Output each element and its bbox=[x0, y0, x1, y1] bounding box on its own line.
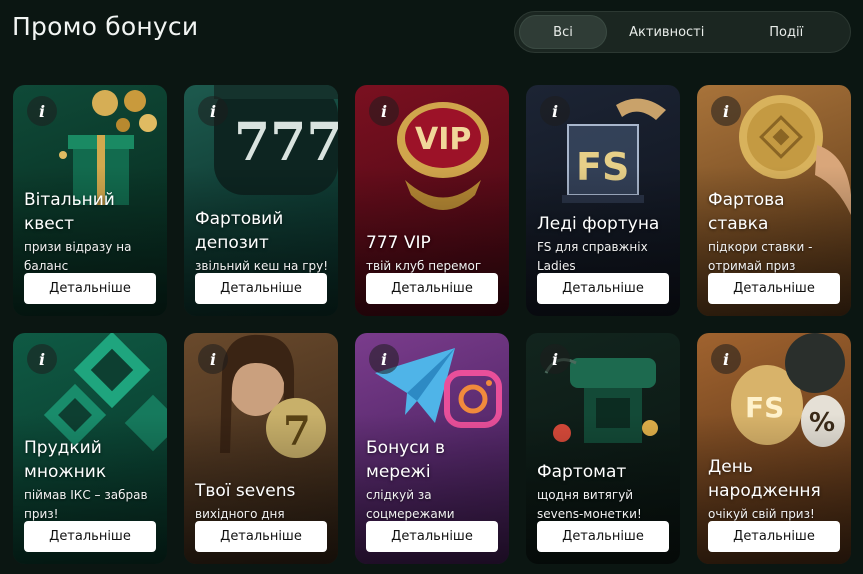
card-subtitle: слідкуй за соцмережами bbox=[366, 488, 455, 521]
info-icon[interactable]: i bbox=[27, 96, 57, 126]
tab-events[interactable]: Події bbox=[727, 15, 847, 49]
card-title: Прудкий множник bbox=[24, 438, 107, 482]
details-button[interactable]: Детальніше bbox=[708, 521, 840, 552]
info-icon[interactable]: i bbox=[27, 344, 57, 374]
card-title: 777 VIP bbox=[366, 233, 431, 253]
info-icon[interactable]: i bbox=[369, 344, 399, 374]
tab-activities[interactable]: Активності bbox=[607, 15, 727, 49]
card-title: Фартомат bbox=[537, 462, 627, 482]
details-button[interactable]: Детальніше bbox=[366, 273, 498, 304]
tab-all[interactable]: Всі bbox=[519, 15, 607, 49]
info-icon[interactable]: i bbox=[711, 344, 741, 374]
card-title: Фартова ставка bbox=[708, 190, 785, 234]
page-title: Промо бонуси bbox=[12, 12, 199, 41]
promo-grid: i Вітальний квест призи відразу на балан… bbox=[13, 85, 851, 564]
vip-emblem: VIP bbox=[415, 122, 471, 157]
details-button[interactable]: Детальніше bbox=[537, 521, 669, 552]
card-title: День народження bbox=[708, 457, 821, 501]
promo-card-fartomat[interactable]: i Фартомат щодня витягуй sevens-монетки!… bbox=[526, 333, 680, 564]
promo-card-quick-multiplier[interactable]: i Прудкий множник піймав ІКС – забрав пр… bbox=[13, 333, 167, 564]
details-button[interactable]: Детальніше bbox=[195, 273, 327, 304]
details-button[interactable]: Детальніше bbox=[537, 273, 669, 304]
info-icon[interactable]: i bbox=[198, 344, 228, 374]
card-title: Леді фортуна bbox=[537, 214, 660, 234]
card-title: Бонуси в мережі bbox=[366, 438, 446, 482]
info-icon[interactable]: i bbox=[198, 96, 228, 126]
details-button[interactable]: Детальніше bbox=[24, 521, 156, 552]
card-subtitle: призи відразу на баланс bbox=[24, 240, 132, 273]
card-subtitle: щодня витягуй sevens-монетки! bbox=[537, 488, 642, 521]
info-icon[interactable]: i bbox=[711, 96, 741, 126]
card-title: Фартовий депозит bbox=[195, 209, 284, 253]
card-subtitle: FS для справжніх Ladies bbox=[537, 240, 648, 273]
card-title: Твої sevens bbox=[195, 481, 296, 501]
details-button[interactable]: Детальніше bbox=[195, 521, 327, 552]
promo-card-lucky-deposit[interactable]: 777 i Фартовий депозит звільний кеш на г… bbox=[184, 85, 338, 316]
seven-digits: 777 bbox=[234, 112, 338, 173]
promo-card-lady-fortune[interactable]: FS i Леді фортуна FS для справжніх Ladie… bbox=[526, 85, 680, 316]
filter-tabs: Всі Активності Події bbox=[514, 11, 851, 53]
promo-card-birthday[interactable]: FS % i День народження очікуй свій приз!… bbox=[697, 333, 851, 564]
promo-card-welcome-quest[interactable]: i Вітальний квест призи відразу на балан… bbox=[13, 85, 167, 316]
details-button[interactable]: Детальніше bbox=[366, 521, 498, 552]
card-subtitle: підкори ставки - отримай приз bbox=[708, 240, 813, 273]
promo-card-network-bonuses[interactable]: i Бонуси в мережі слідкуй за соцмережами… bbox=[355, 333, 509, 564]
card-title: Вітальний квест bbox=[24, 190, 115, 234]
info-icon[interactable]: i bbox=[540, 96, 570, 126]
promo-card-777-vip[interactable]: VIP i 777 VIP твій клуб перемог Детальні… bbox=[355, 85, 509, 316]
promo-card-your-sevens[interactable]: 7 i Твої sevens вихідного дня Детальніше bbox=[184, 333, 338, 564]
promo-card-lucky-bet[interactable]: i Фартова ставка підкори ставки - отрима… bbox=[697, 85, 851, 316]
info-icon[interactable]: i bbox=[369, 96, 399, 126]
info-icon[interactable]: i bbox=[540, 344, 570, 374]
card-subtitle: піймав ІКС – забрав приз! bbox=[24, 488, 148, 521]
details-button[interactable]: Детальніше bbox=[24, 273, 156, 304]
details-button[interactable]: Детальніше bbox=[708, 273, 840, 304]
